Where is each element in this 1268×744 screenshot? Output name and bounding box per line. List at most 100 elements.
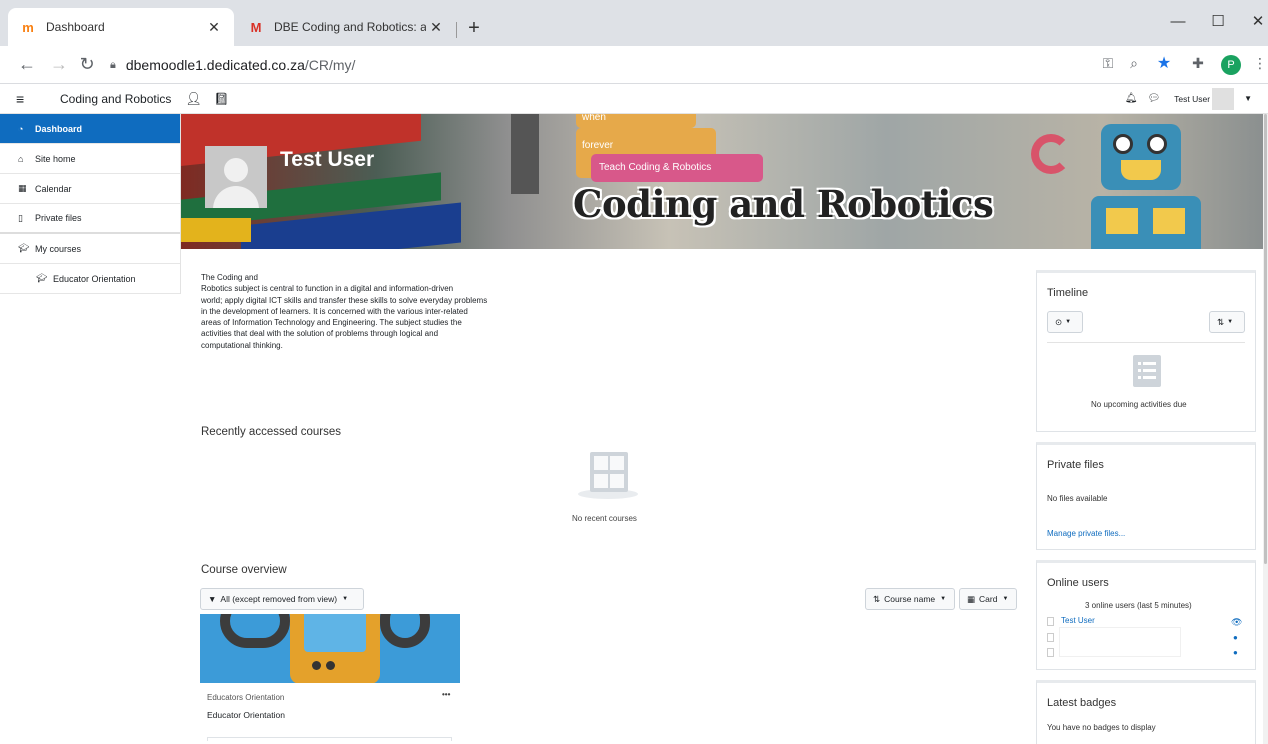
intro-line: Robotics subject is central to function … [201, 284, 454, 294]
latest-badges-block: Latest badges You have no badges to disp… [1036, 680, 1256, 744]
key-icon[interactable]: ⚿ [1098, 55, 1118, 72]
tab-title: Dashboard [46, 20, 105, 34]
minimize-icon[interactable]: — [1156, 8, 1200, 36]
chevron-down-icon: ▼ [1227, 319, 1234, 325]
moodle-navbar: ≡ Coding and Robotics 👤︎ 📓︎ 🔔︎ 💬︎ Test U… [0, 84, 1268, 114]
block-title: Online users [1047, 577, 1109, 589]
robot-screen [304, 614, 366, 652]
user-avatar-small [1047, 633, 1054, 642]
user-avatar-small [1047, 617, 1054, 626]
sidebar-item-private-files[interactable]: ▯ Private files [0, 204, 180, 234]
courses-empty-icon [578, 452, 638, 499]
close-tab-icon[interactable]: ✕ [426, 19, 446, 36]
browser-tab-strip: m Dashboard ✕ M DBE Coding and Robotics:… [0, 0, 1268, 46]
menu-kebab-icon[interactable]: ⋮ [1250, 55, 1268, 72]
navbar-user-name[interactable]: Test User [1174, 94, 1210, 104]
avatar-head [224, 158, 248, 182]
online-users-block: Online users 3 online users (last 5 minu… [1036, 560, 1256, 670]
graduation-cap-icon: 🎓︎ [18, 243, 30, 253]
message-icon[interactable]: ● [1233, 633, 1238, 642]
lock-icon: 🔒︎ [110, 58, 116, 71]
dashboard-icon: ◔ [18, 123, 24, 134]
address-bar[interactable]: 🔒︎ dbemoodle1.dedicated.co.za/CR/my/ [110, 52, 1080, 78]
intro-line: The Coding and [201, 273, 258, 282]
intro-line: activities that deal with the solution o… [201, 329, 439, 339]
user-icon[interactable]: 👤︎ [185, 91, 202, 107]
sidebar-item-label: Calendar [35, 183, 72, 194]
intro-text: The Coding and Robotics subject is centr… [201, 272, 541, 351]
robot-panel-right [1153, 208, 1185, 234]
browser-toolbar: ← → ↻ 🔒︎ dbemoodle1.dedicated.co.za/CR/m… [0, 46, 1268, 84]
course-overview-title: Course overview [201, 564, 287, 576]
message-icon[interactable]: ● [1233, 648, 1238, 657]
robot-head [1101, 124, 1181, 190]
progress-bar [207, 737, 452, 741]
reload-icon[interactable]: ↻ [76, 54, 98, 75]
robot-eye-right [1147, 134, 1167, 154]
back-icon[interactable]: ← [16, 54, 38, 75]
robot-mouth [1121, 160, 1161, 180]
course-menu-icon[interactable]: ••• [442, 690, 450, 699]
gmail-favicon-icon: M [250, 19, 262, 35]
forward-icon[interactable]: → [48, 54, 70, 75]
manage-private-files-link[interactable]: Manage private files... [1047, 529, 1125, 538]
avatar-body [213, 186, 259, 208]
course-card-image[interactable] [200, 614, 460, 683]
block-title: Latest badges [1047, 697, 1117, 709]
eye-icon[interactable]: 👁︎ [1231, 617, 1242, 628]
scratch-when-text: when [582, 114, 606, 123]
robot-panel-left [1106, 208, 1138, 234]
sidebar-item-dashboard[interactable]: ◔ Dashboard [0, 114, 180, 144]
timeline-block: Timeline ⊙ ▼ ⇅ ▼ No upcoming activities du… [1036, 270, 1256, 432]
nav-drawer: ◔ Dashboard ⌂ Site home ▦ Calendar ▯ Private… [0, 114, 181, 294]
robot-eye-left [1113, 134, 1133, 154]
block-title: Timeline [1047, 287, 1089, 299]
timeline-empty: No upcoming activities due [1091, 400, 1187, 409]
chevron-down-icon: ▼ [1065, 319, 1072, 325]
extensions-icon[interactable]: ✚ [1188, 55, 1208, 72]
tab-divider [456, 22, 457, 38]
zoom-icon[interactable]: ⌕ [1124, 55, 1144, 72]
sort-icon: ⇅ [873, 593, 881, 604]
close-window-icon[interactable]: ✕ [1236, 8, 1268, 36]
view-label: Card [979, 594, 998, 604]
grid-icon: ▦ [967, 593, 976, 604]
profile-avatar[interactable]: P [1221, 55, 1241, 75]
close-tab-icon[interactable]: ✕ [204, 19, 224, 36]
bookmark-star-icon[interactable]: ★ [1154, 53, 1174, 73]
hamburger-icon[interactable]: ≡ [16, 91, 38, 107]
list-empty-icon [1133, 355, 1161, 387]
navbar-avatar[interactable] [1212, 87, 1235, 110]
view-dropdown[interactable]: ▦ Card ▼ [959, 588, 1017, 610]
sort-dropdown[interactable]: ⇅ Course name ▼ [865, 588, 955, 610]
sidebar-item-site-home[interactable]: ⌂ Site home [0, 144, 180, 174]
filter-icon: ▼ [208, 594, 217, 604]
page-scrollbar-thumb[interactable] [1264, 114, 1267, 564]
no-recent-courses: No recent courses [572, 514, 637, 523]
messages-icon[interactable]: 💬︎ [1147, 93, 1160, 104]
user-avatar[interactable] [205, 146, 267, 208]
course-filter-dropdown[interactable]: ▼ All (except removed from view) ▼ [200, 588, 364, 610]
new-tab-button[interactable]: + [462, 16, 486, 40]
book-icon[interactable]: 📓︎ [214, 92, 229, 106]
scratch-sidebar [511, 114, 539, 194]
private-files-block: Private files No files available Manage … [1036, 442, 1256, 550]
timeline-sort-button[interactable]: ⇅ ▼ [1209, 311, 1245, 333]
site-name[interactable]: Coding and Robotics [60, 92, 171, 106]
notification-bell-icon[interactable]: 🔔︎ [1125, 93, 1138, 104]
chevron-down-icon[interactable]: ▼ [1244, 94, 1252, 103]
sidebar-item-label: Dashboard [35, 123, 83, 134]
maximize-icon[interactable]: ☐ [1196, 8, 1240, 36]
sidebar-item-calendar[interactable]: ▦ Calendar [0, 174, 180, 204]
online-user-link[interactable]: Test User [1061, 616, 1095, 625]
tab-dashboard[interactable]: m Dashboard ✕ [8, 8, 234, 46]
file-icon: ▯ [18, 212, 23, 223]
chevron-down-icon: ▼ [342, 596, 349, 602]
filter-label: All (except removed from view) [220, 594, 338, 604]
tab-gmail[interactable]: M DBE Coding and Robotics: accou ✕ [236, 8, 456, 46]
course-name-link[interactable]: Educator Orientation [207, 710, 285, 720]
flag-yellow-band [181, 218, 251, 242]
timeline-filter-button[interactable]: ⊙ ▼ [1047, 311, 1083, 333]
sidebar-item-educator-orientation[interactable]: 🎓︎ Educator Orientation [0, 264, 180, 294]
sidebar-item-my-courses[interactable]: 🎓︎ My courses [0, 234, 180, 264]
